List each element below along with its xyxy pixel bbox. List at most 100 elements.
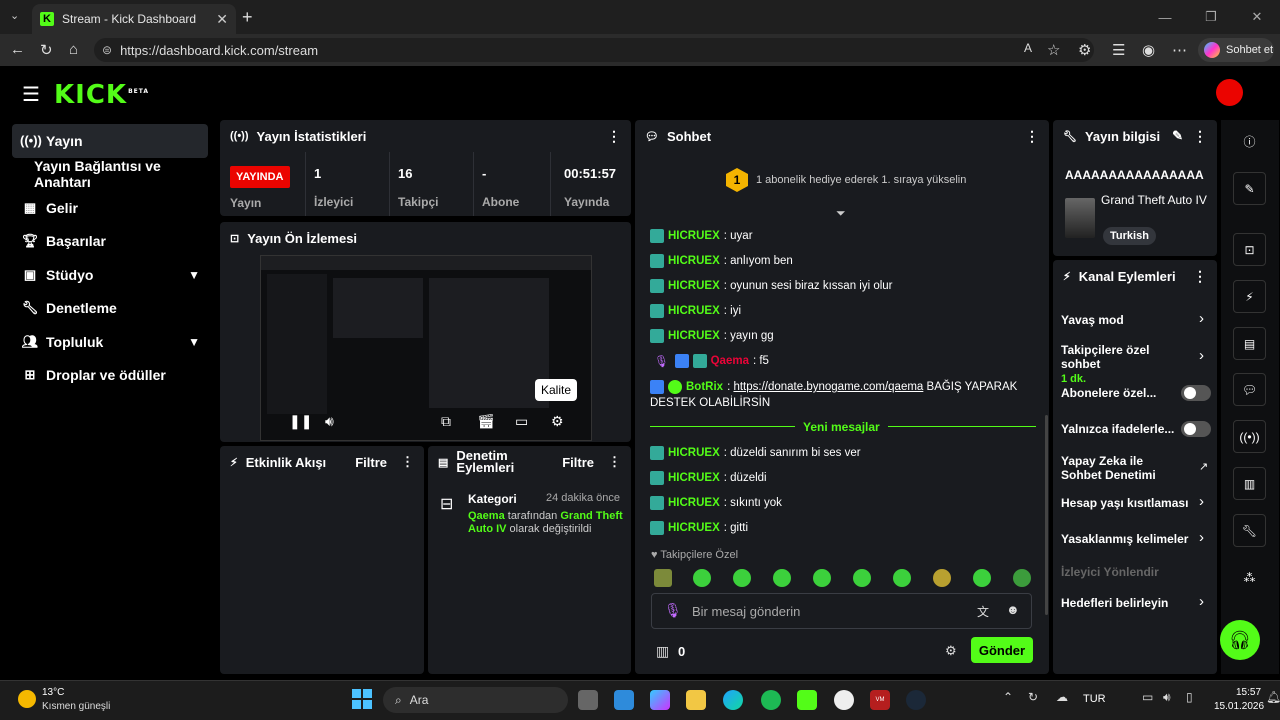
emote-icon[interactable] [733,569,751,587]
copilot-button[interactable]: Sohbet et [1198,38,1274,62]
sidebar-item-moderation[interactable]: 🔧︎ Denetleme [12,292,208,326]
pip-icon[interactable]: ⧉ [441,413,451,430]
kick-app-icon[interactable] [797,690,817,710]
pause-icon[interactable]: ❚❚ [289,413,312,430]
sidebar-item-stream-key[interactable]: Yayın Bağlantısı ve Anahtarı [12,158,208,192]
copilot-app-icon[interactable] [650,690,670,710]
sync-icon[interactable]: ↻ [1028,690,1038,704]
clip-icon[interactable]: 🎬︎ [477,413,495,430]
site-info-icon[interactable]: ⊜ [102,43,112,57]
mic-icon[interactable]: 🎙︎ [664,602,682,619]
store-app-icon[interactable] [614,690,634,710]
edit-icon[interactable]: ✎ [1233,172,1266,205]
chevron-right-icon[interactable]: › [1199,529,1204,546]
nodes-icon[interactable]: ⁂ [1233,561,1266,594]
close-tab-icon[interactable]: ✕ [216,11,228,28]
battery-icon[interactable]: ▯ [1186,690,1193,704]
filter-button[interactable]: Filtre [355,455,387,470]
info-icon[interactable]: ⓘ [1233,125,1266,158]
volume-icon[interactable]: 🔊︎ [1163,690,1171,705]
chat-icon[interactable]: 💬︎ [1233,373,1266,406]
clock-date[interactable]: 15.01.2026 [1214,701,1264,712]
chevron-right-icon[interactable]: › [1199,493,1204,510]
emote-icon[interactable] [813,569,831,587]
filter-button[interactable]: Filtre [562,455,594,470]
kick-logo[interactable]: KICKBETA [54,80,149,110]
edge-icon[interactable] [723,690,743,710]
steam-icon[interactable] [906,690,926,710]
broadcast-icon[interactable]: ((•)) [1233,420,1266,453]
chevron-right-icon[interactable]: › [1199,310,1204,327]
emotes-only-toggle[interactable] [1181,421,1211,437]
favorite-star-icon[interactable]: ☆ [1047,41,1060,59]
close-window-icon[interactable]: ✕ [1234,0,1280,34]
action-account-age[interactable]: Hesap yaşı kısıtlaması [1061,496,1211,510]
tab-list-icon[interactable]: ⌄ [10,9,19,22]
translate-icon[interactable]: 文 [977,603,989,620]
emote-icon[interactable] [773,569,791,587]
emoji-icon[interactable]: ☻ [1006,602,1020,617]
back-icon[interactable]: ← [10,41,25,58]
sidebar-item-drops[interactable]: ⊞ Droplar ve ödüller [12,359,208,393]
action-set-goals[interactable]: Hedefleri belirleyin [1061,596,1211,610]
chat-input[interactable]: Bir mesaj gönderin [651,593,1032,629]
user-avatar[interactable] [1216,79,1243,106]
donation-link[interactable]: https://donate.bynogame.com/qaema [733,381,923,393]
edit-icon[interactable]: ✎ [1172,128,1183,144]
menu-icon[interactable]: ☰ [22,82,40,107]
volume-icon[interactable]: 🔊︎ [325,413,334,430]
chevron-right-icon[interactable]: › [1199,593,1204,610]
more-icon[interactable]: ⋯ [1172,41,1187,59]
task-view-icon[interactable] [578,690,598,710]
spotify-icon[interactable] [761,690,781,710]
notification-icon[interactable]: 🔔︎ [1266,690,1280,704]
emote-icon[interactable] [1013,569,1031,587]
action-ai-moderation[interactable]: Yapay Zeka ile Sohbet Denetimi [1061,454,1186,482]
new-tab-icon[interactable]: + [242,7,253,28]
preview-icon[interactable]: ⊡ [1233,233,1266,266]
address-bar[interactable]: ⊜ https://dashboard.kick.com/stream [94,38,1094,62]
profile-icon[interactable]: ◉ [1142,41,1155,59]
file-explorer-icon[interactable] [686,690,706,710]
voicemeeter-icon[interactable]: VM [870,690,890,710]
more-options-icon[interactable]: ⋮ [1025,128,1039,145]
cloud-icon[interactable]: ☁ [1056,690,1068,704]
theater-icon[interactable]: ▭ [515,413,528,430]
extensions-icon[interactable]: ⚙ [1078,41,1091,59]
send-button[interactable]: Gönder [971,637,1033,663]
emote-icon[interactable] [933,569,951,587]
collapse-icon[interactable]: ⏷ [836,206,846,221]
emote-icon[interactable] [893,569,911,587]
sidebar-item-achievements[interactable]: 🏆︎ Başarılar [12,225,208,259]
favorites-icon[interactable]: ☰ [1112,41,1125,59]
sidebar-item-revenue[interactable]: ▦ Gelir [12,191,208,225]
obs-icon[interactable] [834,690,854,710]
clock-time[interactable]: 15:57 [1236,687,1261,698]
chevron-up-icon[interactable]: ⌃ [1003,690,1013,704]
stream-preview-video[interactable]: ❚❚ 🔊︎ ⧉ 🎬︎ ▭ ⚙ [260,255,592,441]
action-followers-only[interactable]: Takipçilere özel sohbet 1 dk. [1061,343,1191,385]
input-language[interactable]: TUR [1083,693,1106,705]
home-icon[interactable]: ⌂ [69,41,78,58]
network-icon[interactable]: ▭ [1142,690,1153,704]
support-headset-icon[interactable]: 🎧︎ [1220,620,1260,660]
action-slow-mode[interactable]: Yavaş mod [1061,313,1211,327]
store-icon[interactable]: ▥ [656,643,669,660]
chat-scrollbar[interactable] [1045,415,1048,615]
emote-icon[interactable] [693,569,711,587]
external-link-icon[interactable]: ↗ [1199,460,1208,473]
action-banned-words[interactable]: Yasaklanmış kelimeler [1061,532,1211,546]
read-aloud-icon[interactable]: A [1024,41,1032,55]
windows-start-icon[interactable] [352,689,372,709]
lightning-icon[interactable]: ⚡︎ [1233,280,1266,313]
more-options-icon[interactable]: ⋮ [608,454,621,470]
maximize-icon[interactable]: ❐ [1188,0,1234,34]
browser-tab[interactable]: K Stream - Kick Dashboard ✕ [32,4,236,34]
chat-settings-icon[interactable]: ⚙ [945,643,957,659]
taskbar-search[interactable]: ⌕ Ara [383,687,568,713]
emote-icon[interactable] [853,569,871,587]
sidebar-item-community[interactable]: 👥︎ Topluluk ▼ [12,325,208,359]
more-options-icon[interactable]: ⋮ [401,454,414,470]
layout-icon[interactable]: ▥ [1233,467,1266,500]
reload-icon[interactable]: ↻ [40,41,53,59]
